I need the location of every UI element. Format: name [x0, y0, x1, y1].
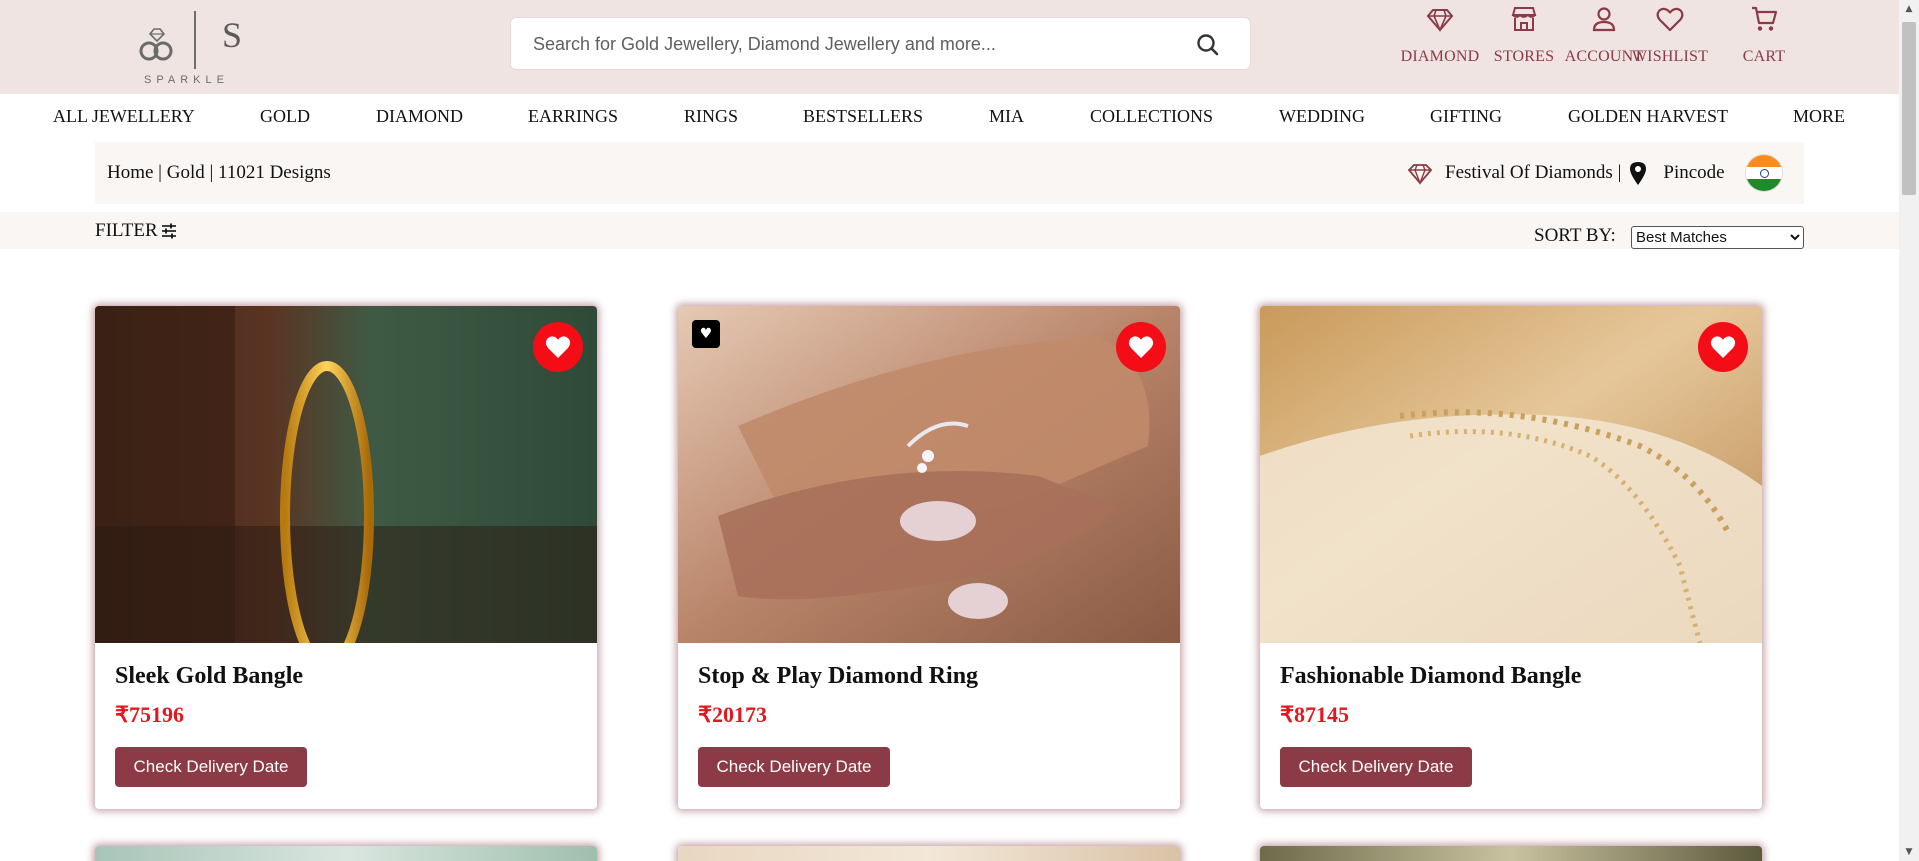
brand-name: SPARKLE — [144, 74, 229, 86]
nav-item-more[interactable]: MORE — [1793, 106, 1845, 127]
sort-label: SORT BY: — [1534, 225, 1616, 246]
logo-divider — [194, 11, 196, 69]
heart-icon — [1710, 336, 1736, 358]
pincode-link[interactable]: Pincode — [1663, 162, 1724, 184]
main-nav: ALL JEWELLERY GOLD DIAMOND EARRINGS RING… — [0, 94, 1899, 142]
nav-item-gifting[interactable]: GIFTING — [1430, 106, 1502, 127]
search-icon[interactable] — [1195, 32, 1221, 58]
scroll-up-arrow-icon[interactable]: ▲ — [1899, 0, 1919, 18]
nav-item-gold[interactable]: GOLD — [260, 106, 310, 127]
product-image-gold-bangle[interactable] — [95, 306, 597, 643]
cart-icon — [1752, 6, 1778, 31]
product-name[interactable]: Stop & Play Diamond Ring — [698, 663, 978, 690]
nav-item-collections[interactable]: COLLECTIONS — [1090, 106, 1213, 127]
product-badge: ♥ — [692, 320, 720, 348]
product-name[interactable]: Fashionable Diamond Bangle — [1280, 663, 1581, 690]
header: S SPARKLE DIAMOND STORES — [0, 0, 1899, 94]
product-card[interactable]: Fashionable Diamond Bangle ₹87145 Check … — [1260, 306, 1762, 809]
scrollbar-thumb[interactable] — [1902, 22, 1916, 195]
nav-item-bestsellers[interactable]: BESTSELLERS — [803, 106, 923, 127]
product-card[interactable] — [1260, 846, 1762, 861]
nav-item-golden-harvest[interactable]: GOLDEN HARVEST — [1568, 106, 1728, 127]
store-icon — [1511, 7, 1537, 31]
wishlist-toggle[interactable] — [1698, 322, 1748, 372]
product-price: ₹20173 — [698, 702, 767, 727]
page-scrollbar[interactable]: ▲ ▼ — [1899, 0, 1919, 861]
breadcrumb-bar: Home | Gold | 11021 Designs Festival Of … — [95, 142, 1804, 204]
nav-item-all-jewellery[interactable]: ALL JEWELLERY — [53, 106, 195, 127]
product-card[interactable] — [678, 846, 1180, 861]
check-delivery-button[interactable]: Check Delivery Date — [115, 747, 307, 787]
nav-item-diamond[interactable]: DIAMOND — [376, 106, 463, 127]
product-price: ₹75196 — [115, 702, 184, 727]
product-image-diamond-ring[interactable] — [678, 306, 1180, 643]
wishlist-link[interactable]: WISHLIST — [1620, 4, 1720, 66]
nav-item-rings[interactable]: RINGS — [684, 106, 738, 127]
filter-button[interactable]: FILTER — [95, 214, 178, 248]
wishlist-link-label: WISHLIST — [1631, 48, 1709, 65]
heart-icon — [1656, 7, 1684, 32]
sliders-icon — [161, 223, 176, 239]
product-price: ₹87145 — [1280, 702, 1349, 727]
diamond-icon — [1407, 164, 1433, 185]
location-pin-icon[interactable] — [1625, 160, 1651, 186]
logo-letter: S — [222, 15, 243, 55]
ring-logo-icon — [139, 28, 173, 61]
check-delivery-button[interactable]: Check Delivery Date — [1280, 747, 1472, 787]
product-card[interactable] — [95, 846, 597, 861]
nav-item-mia[interactable]: MIA — [989, 106, 1024, 127]
store-info: Festival Of Diamonds | Pincode — [1407, 154, 1783, 192]
brand-logo[interactable]: S SPARKLE — [130, 8, 255, 88]
filter-label: FILTER — [95, 220, 158, 241]
product-image-diamond-bangle[interactable] — [1260, 306, 1762, 643]
product-card[interactable]: Sleek Gold Bangle ₹75196 Check Delivery … — [95, 306, 597, 809]
product-name[interactable]: Sleek Gold Bangle — [115, 663, 303, 690]
heart-icon — [545, 336, 571, 358]
account-icon — [1592, 7, 1616, 32]
india-flag-icon[interactable] — [1744, 154, 1783, 192]
cart-link-label: CART — [1742, 48, 1786, 65]
festival-link[interactable]: Festival Of Diamonds | — [1445, 162, 1621, 184]
diamond-icon — [1426, 9, 1454, 33]
cart-link[interactable]: CART — [1714, 4, 1814, 66]
wishlist-toggle[interactable] — [533, 322, 583, 372]
nav-item-earrings[interactable]: EARRINGS — [528, 106, 618, 127]
product-card[interactable]: ♥ Stop & Play Diamond Ring ₹20173 Check … — [678, 306, 1180, 809]
search-box — [510, 17, 1251, 70]
wishlist-toggle[interactable] — [1116, 322, 1166, 372]
check-delivery-button[interactable]: Check Delivery Date — [698, 747, 890, 787]
heart-icon — [1128, 336, 1154, 358]
search-input[interactable] — [533, 30, 1173, 58]
scroll-down-arrow-icon[interactable]: ▼ — [1899, 843, 1919, 861]
nav-item-wedding[interactable]: WEDDING — [1279, 106, 1365, 127]
breadcrumb[interactable]: Home | Gold | 11021 Designs — [107, 162, 331, 184]
sort-select[interactable]: Best Matches — [1631, 226, 1804, 249]
